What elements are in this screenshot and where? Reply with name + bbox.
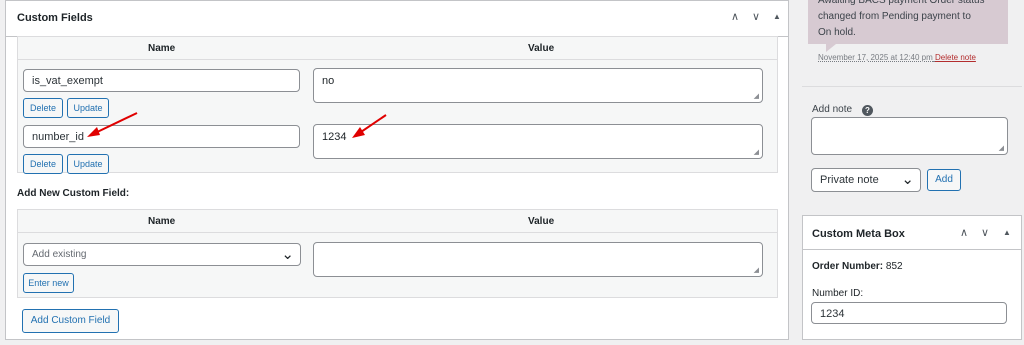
move-down-icon[interactable]: ∨ [752,10,760,23]
move-up-icon[interactable]: ∧ [960,226,968,239]
resize-grip-icon[interactable]: ◢ [754,93,759,100]
add-existing-select[interactable]: Add existing ⌄ [23,243,301,266]
delete-note-link[interactable]: Delete note [935,53,976,62]
custom-fields-box: Custom Fields ∧ ∨ ▲ Name Value is_vat_ex… [5,0,789,340]
custom-field-name-input[interactable]: is_vat_exempt [23,69,300,92]
custom-field-value-text: no [322,75,335,87]
add-existing-placeholder: Add existing [32,249,87,260]
new-custom-field-table: Name Value Add existing ⌄ ◢ Enter new [17,209,778,298]
add-new-custom-field-label: Add New Custom Field: [17,188,130,199]
order-note-bubble: Awaiting BACS payment Order status chang… [808,0,1008,44]
resize-grip-icon[interactable]: ◢ [754,149,759,156]
table-header-divider [18,232,777,233]
number-id-input[interactable]: 1234 [811,302,1007,324]
red-arrow-icon [87,112,138,137]
custom-meta-box-title: Custom Meta Box [812,228,905,240]
section-gap [802,207,1022,208]
custom-field-name-input[interactable]: number_id [23,125,300,148]
number-id-label: Number ID: [812,288,864,299]
custom-fields-title: Custom Fields [17,12,93,24]
notes-divider [802,86,1022,87]
custom-fields-table: Name Value is_vat_exempt no ◢ Delete Upd… [17,36,778,174]
resize-grip-icon[interactable]: ◢ [999,145,1004,152]
order-note-text-line: On hold. [818,27,856,38]
new-field-value-textarea[interactable]: ◢ [313,242,763,277]
add-note-textarea[interactable]: ◢ [811,117,1008,155]
add-custom-field-button[interactable]: Add Custom Field [22,309,119,333]
resize-grip-icon[interactable]: ◢ [754,267,759,274]
delete-button[interactable]: Delete [23,98,63,118]
custom-meta-box: Custom Meta Box ∧ ∨ ▲ Order Number: 852 … [802,215,1022,340]
table-header-divider [18,59,777,60]
move-down-icon[interactable]: ∨ [981,226,989,239]
note-type-select[interactable]: Private note ⌄ [811,168,921,192]
toggle-panel-icon[interactable]: ▲ [1003,228,1011,237]
red-arrow-icon [352,114,387,138]
note-bubble-tail [826,44,836,52]
chevron-down-icon: ⌄ [901,171,914,188]
toggle-panel-icon[interactable]: ▲ [773,12,781,21]
order-note-meta: November 17, 2025 at 12:40 pm Delete not… [818,53,976,62]
add-note-button[interactable]: Add [927,169,961,191]
column-header-name: Name [148,216,176,227]
update-button[interactable]: Update [67,154,109,174]
column-header-name: Name [148,43,176,54]
custom-field-value-textarea[interactable]: no ◢ [313,68,763,103]
column-header-value: Value [528,216,555,227]
move-up-icon[interactable]: ∧ [731,10,739,23]
chevron-down-icon: ⌄ [281,246,294,263]
order-number-value: 852 [885,261,903,272]
add-note-label: Add note [812,104,853,115]
enter-new-button[interactable]: Enter new [23,273,74,293]
custom-fields-header: Custom Fields ∧ ∨ ▲ [6,1,788,37]
order-note-date: November 17, 2025 at 12:40 pm [818,53,933,62]
delete-button[interactable]: Delete [23,154,63,174]
column-header-value: Value [528,43,555,54]
order-note-text-line: Awaiting BACS payment Order status [818,0,985,6]
custom-meta-box-header: Custom Meta Box ∧ ∨ ▲ [803,216,1021,250]
order-number-row: Order Number: 852 [812,261,903,272]
order-number-label: Order Number: [812,261,884,272]
custom-field-value-text: 1234 [322,131,347,143]
order-note-text-line: changed from Pending payment to [818,11,971,22]
note-type-selected: Private note [820,174,879,186]
help-icon[interactable]: ? [862,105,873,116]
